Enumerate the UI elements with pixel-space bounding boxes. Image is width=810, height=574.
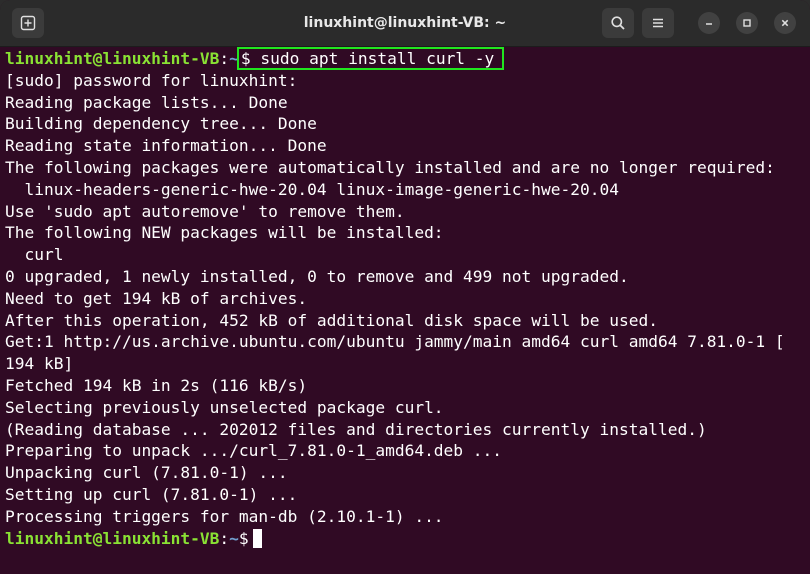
search-button[interactable]: [602, 8, 634, 38]
minimize-button[interactable]: [698, 12, 720, 34]
hamburger-menu-icon: [653, 18, 663, 28]
current-prompt-line[interactable]: linuxhint@linuxhint-VB:~$: [5, 528, 805, 550]
close-button[interactable]: [774, 12, 796, 34]
output-line: curl: [5, 245, 64, 265]
output-line: Fetched 194 kB in 2s (116 kB/s): [5, 375, 308, 395]
highlighted-command: $ sudo apt install curl -y: [236, 47, 505, 70]
search-icon: [611, 16, 625, 30]
menu-button[interactable]: [642, 8, 674, 38]
minimize-icon: [706, 23, 712, 25]
prompt-user: linuxhint@linuxhint-VB: [5, 528, 220, 548]
output-line: Processing triggers for man-db (2.10.1-1…: [5, 506, 444, 526]
maximize-button[interactable]: [736, 12, 758, 34]
close-icon: [781, 19, 789, 27]
text-cursor: [252, 528, 262, 548]
output-line: Selecting previously unselected package …: [5, 397, 444, 417]
output-line: (Reading database ... 202012 files and d…: [5, 419, 707, 439]
prompt-user: linuxhint@linuxhint-VB: [5, 49, 220, 68]
prompt-path: ~: [229, 49, 239, 68]
output-line: The following NEW packages will be insta…: [5, 223, 444, 243]
output-line: Unpacking curl (7.81.0-1) ...: [5, 463, 288, 483]
output-line: The following packages were automaticall…: [5, 157, 775, 177]
output-line: Need to get 194 kB of archives.: [5, 288, 308, 308]
window-title: linuxhint@linuxhint-VB: ~: [303, 15, 507, 31]
prompt-separator: :: [219, 49, 230, 68]
command-output: [sudo] password for linuxhint: Reading pa…: [5, 70, 805, 528]
terminal-window: linuxhint@linuxhint-VB: ~ linuxhint@linu…: [0, 0, 810, 574]
prompt-line: linuxhint@linuxhint-VB:~ $ sudo apt insta…: [5, 47, 805, 70]
output-line: 194 kB]: [5, 354, 74, 374]
output-line: Reading state information... Done: [5, 136, 327, 156]
output-line: 0 upgraded, 1 newly installed, 0 to remo…: [5, 266, 629, 286]
maximize-icon: [743, 19, 751, 27]
title-bar: linuxhint@linuxhint-VB: ~: [0, 0, 810, 47]
terminal-output[interactable]: linuxhint@linuxhint-VB:~ $ sudo apt insta…: [5, 47, 805, 568]
prompt-symbol: $: [238, 528, 249, 548]
output-line: Setting up curl (7.81.0-1) ...: [5, 484, 298, 504]
prompt-separator: :: [219, 528, 230, 548]
output-line: linux-headers-generic-hwe-20.04 linux-im…: [5, 179, 619, 199]
output-line: Reading package lists... Done: [5, 92, 288, 112]
output-line: Building dependency tree... Done: [5, 114, 317, 134]
prompt-path: ~: [229, 528, 239, 548]
output-line: Preparing to unpack .../curl_7.81.0-1_am…: [5, 441, 503, 461]
output-line: After this operation, 452 kB of addition…: [5, 310, 658, 330]
output-line: [sudo] password for linuxhint:: [5, 70, 298, 90]
output-line: Use 'sudo apt autoremove' to remove them…: [5, 201, 405, 221]
output-line: Get:1 http://us.archive.ubuntu.com/ubunt…: [5, 332, 785, 352]
